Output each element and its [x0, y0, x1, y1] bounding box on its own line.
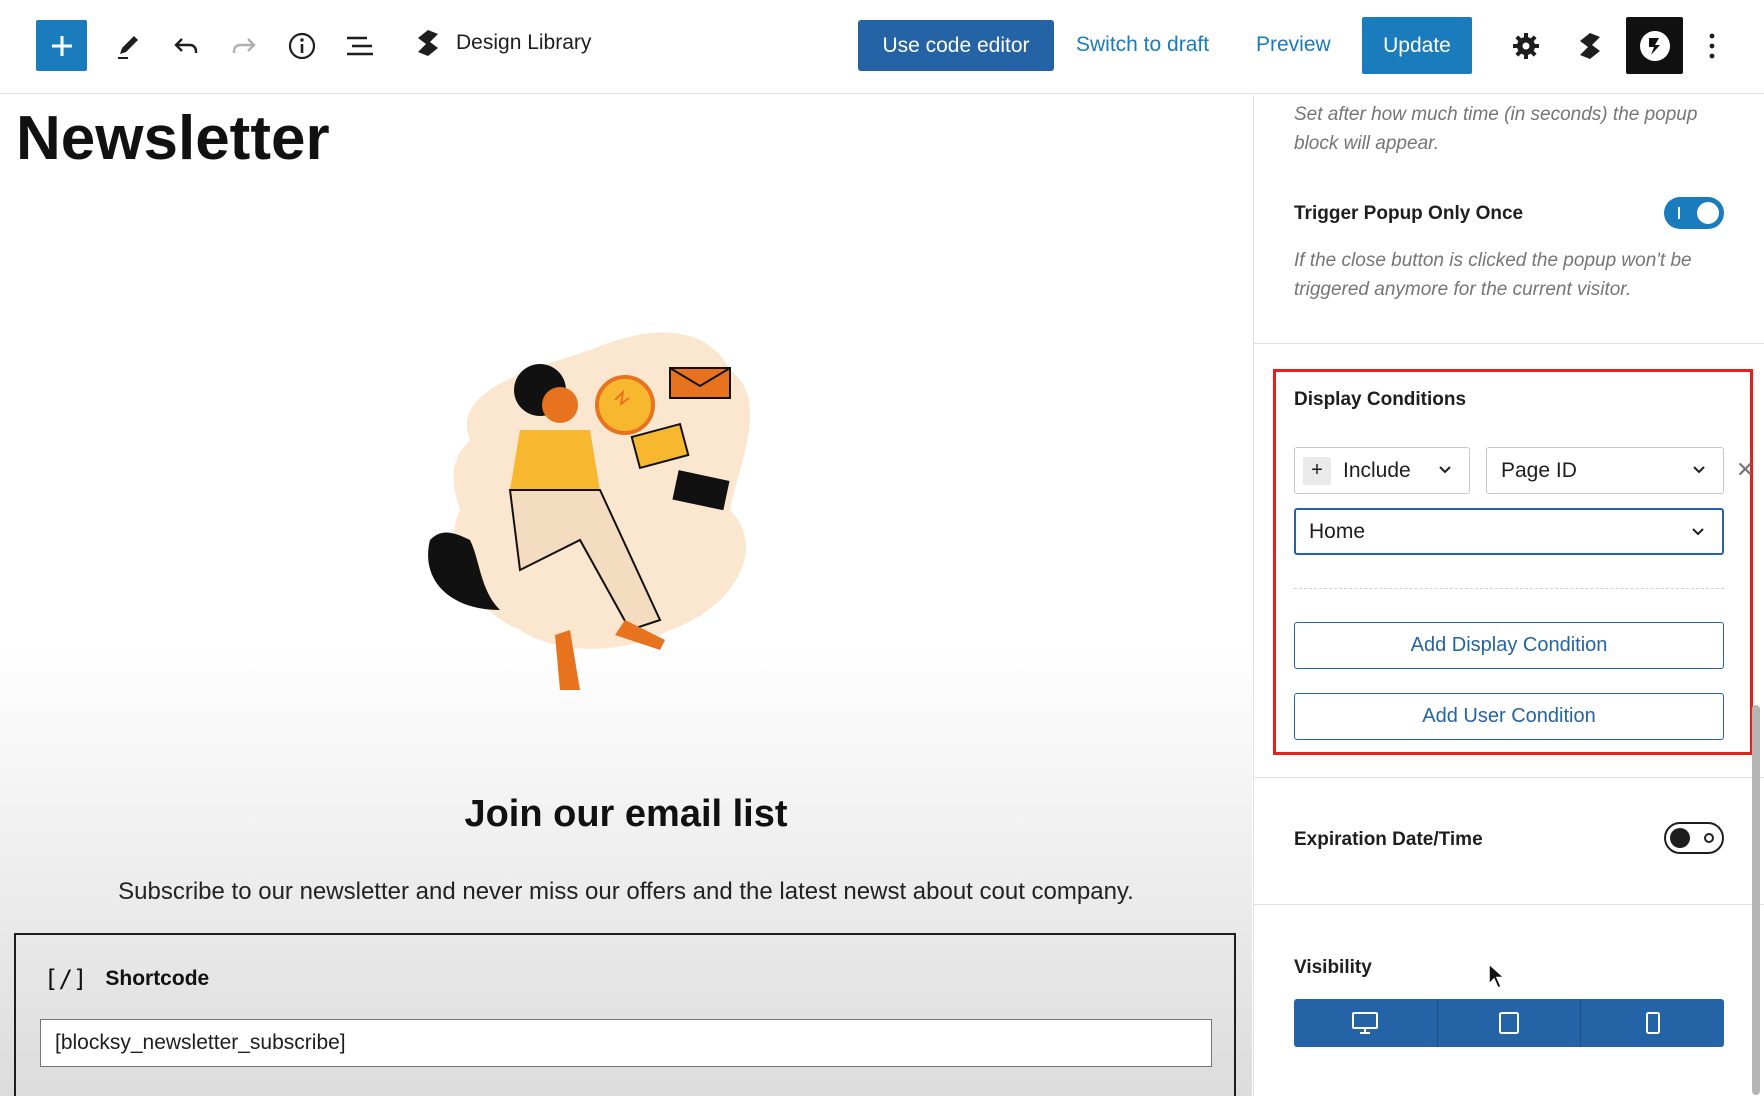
shortcode-icon: [/]: [44, 965, 88, 993]
display-conditions-title: Display Conditions: [1294, 389, 1467, 410]
divider: [1254, 343, 1764, 344]
chevron-down-icon: [1439, 466, 1451, 474]
blocksy-icon: [1639, 30, 1670, 61]
shortcode-block[interactable]: [/] Shortcode [blocksy_newsletter_subscr…: [14, 933, 1236, 1096]
editor-toolbar: Design Library Use code editor Switch to…: [0, 0, 1764, 94]
divider: [1254, 777, 1764, 778]
expiration-label: Expiration Date/Time: [1294, 829, 1483, 850]
visibility-desktop-button[interactable]: [1294, 999, 1438, 1047]
join-heading[interactable]: Join our email list: [0, 793, 1252, 836]
stackable-settings-button[interactable]: [1566, 22, 1614, 70]
chevron-down-icon: [1692, 528, 1704, 536]
sidebar-scrollbar[interactable]: [1752, 705, 1760, 1095]
redo-icon: [232, 38, 256, 53]
visibility-mobile-button[interactable]: [1581, 999, 1724, 1047]
add-user-condition-button[interactable]: Add User Condition: [1294, 693, 1724, 740]
stackable-logo-icon: [418, 30, 438, 56]
settings-sidebar: Set after how much time (in seconds) the…: [1253, 95, 1764, 1096]
use-code-editor-button[interactable]: Use code editor: [858, 20, 1054, 71]
list-view-icon: [347, 36, 373, 56]
pencil-icon: [118, 36, 138, 59]
condition-value-text: Home: [1309, 519, 1366, 543]
mobile-icon: [1645, 1012, 1660, 1034]
details-button[interactable]: [278, 22, 326, 70]
visibility-tablet-button[interactable]: [1438, 999, 1582, 1047]
undo-button[interactable]: [162, 22, 210, 70]
condition-value-select[interactable]: Home: [1294, 508, 1724, 555]
add-block-icon: [51, 35, 72, 56]
shortcode-header: [/] Shortcode: [44, 965, 209, 993]
options-button[interactable]: [1688, 22, 1736, 70]
condition-type-select[interactable]: + Include: [1294, 447, 1470, 494]
preview-button[interactable]: Preview: [1256, 33, 1331, 57]
add-display-condition-button[interactable]: Add Display Condition: [1294, 622, 1724, 669]
condition-target-select[interactable]: Page ID: [1486, 447, 1724, 494]
list-view-button[interactable]: [336, 22, 384, 70]
newsletter-illustration[interactable]: [410, 310, 840, 730]
gear-icon: [1513, 33, 1539, 59]
update-button[interactable]: Update: [1362, 17, 1472, 74]
desktop-icon: [1352, 1012, 1379, 1034]
visibility-label: Visibility: [1294, 957, 1372, 978]
design-library-label: Design Library: [456, 31, 592, 54]
switch-to-draft-button[interactable]: Switch to draft: [1076, 33, 1209, 57]
trigger-once-toggle[interactable]: [1664, 197, 1724, 229]
blocksy-button[interactable]: [1626, 17, 1683, 74]
shortcode-label: Shortcode: [105, 967, 210, 990]
add-block-button[interactable]: [36, 20, 87, 71]
editor-canvas: Newsletter Join our email list Subscribe…: [0, 95, 1252, 1096]
post-title[interactable]: Newsletter: [16, 103, 330, 174]
redo-button[interactable]: [220, 22, 268, 70]
visibility-device-group: [1294, 999, 1724, 1047]
undo-icon: [174, 38, 198, 53]
join-subtext[interactable]: Subscribe to our newsletter and never mi…: [0, 878, 1252, 906]
design-library-button[interactable]: Design Library: [414, 28, 591, 58]
shortcode-input[interactable]: [blocksy_newsletter_subscribe]: [40, 1019, 1212, 1067]
tools-button[interactable]: [104, 22, 152, 70]
trigger-once-label: Trigger Popup Only Once: [1294, 203, 1524, 224]
mouse-cursor-icon: [1488, 962, 1505, 990]
trigger-once-help-text: If the close button is clicked the popup…: [1294, 250, 1692, 300]
expiration-toggle[interactable]: [1664, 822, 1724, 854]
condition-target-value: Page ID: [1501, 458, 1577, 482]
tablet-icon: [1499, 1012, 1519, 1034]
chevron-down-icon: [1693, 466, 1705, 474]
plus-icon: +: [1303, 456, 1331, 485]
more-vertical-icon: [1709, 33, 1715, 59]
condition-type-value: Include: [1343, 458, 1411, 482]
settings-button[interactable]: [1502, 22, 1550, 70]
stackable-icon: [1580, 33, 1600, 59]
delay-help-text: Set after how much time (in seconds) the…: [1294, 104, 1698, 154]
condition-divider: [1294, 588, 1724, 589]
info-icon: [288, 32, 316, 60]
divider: [1254, 904, 1764, 905]
remove-condition-icon[interactable]: ✕: [1736, 457, 1754, 483]
